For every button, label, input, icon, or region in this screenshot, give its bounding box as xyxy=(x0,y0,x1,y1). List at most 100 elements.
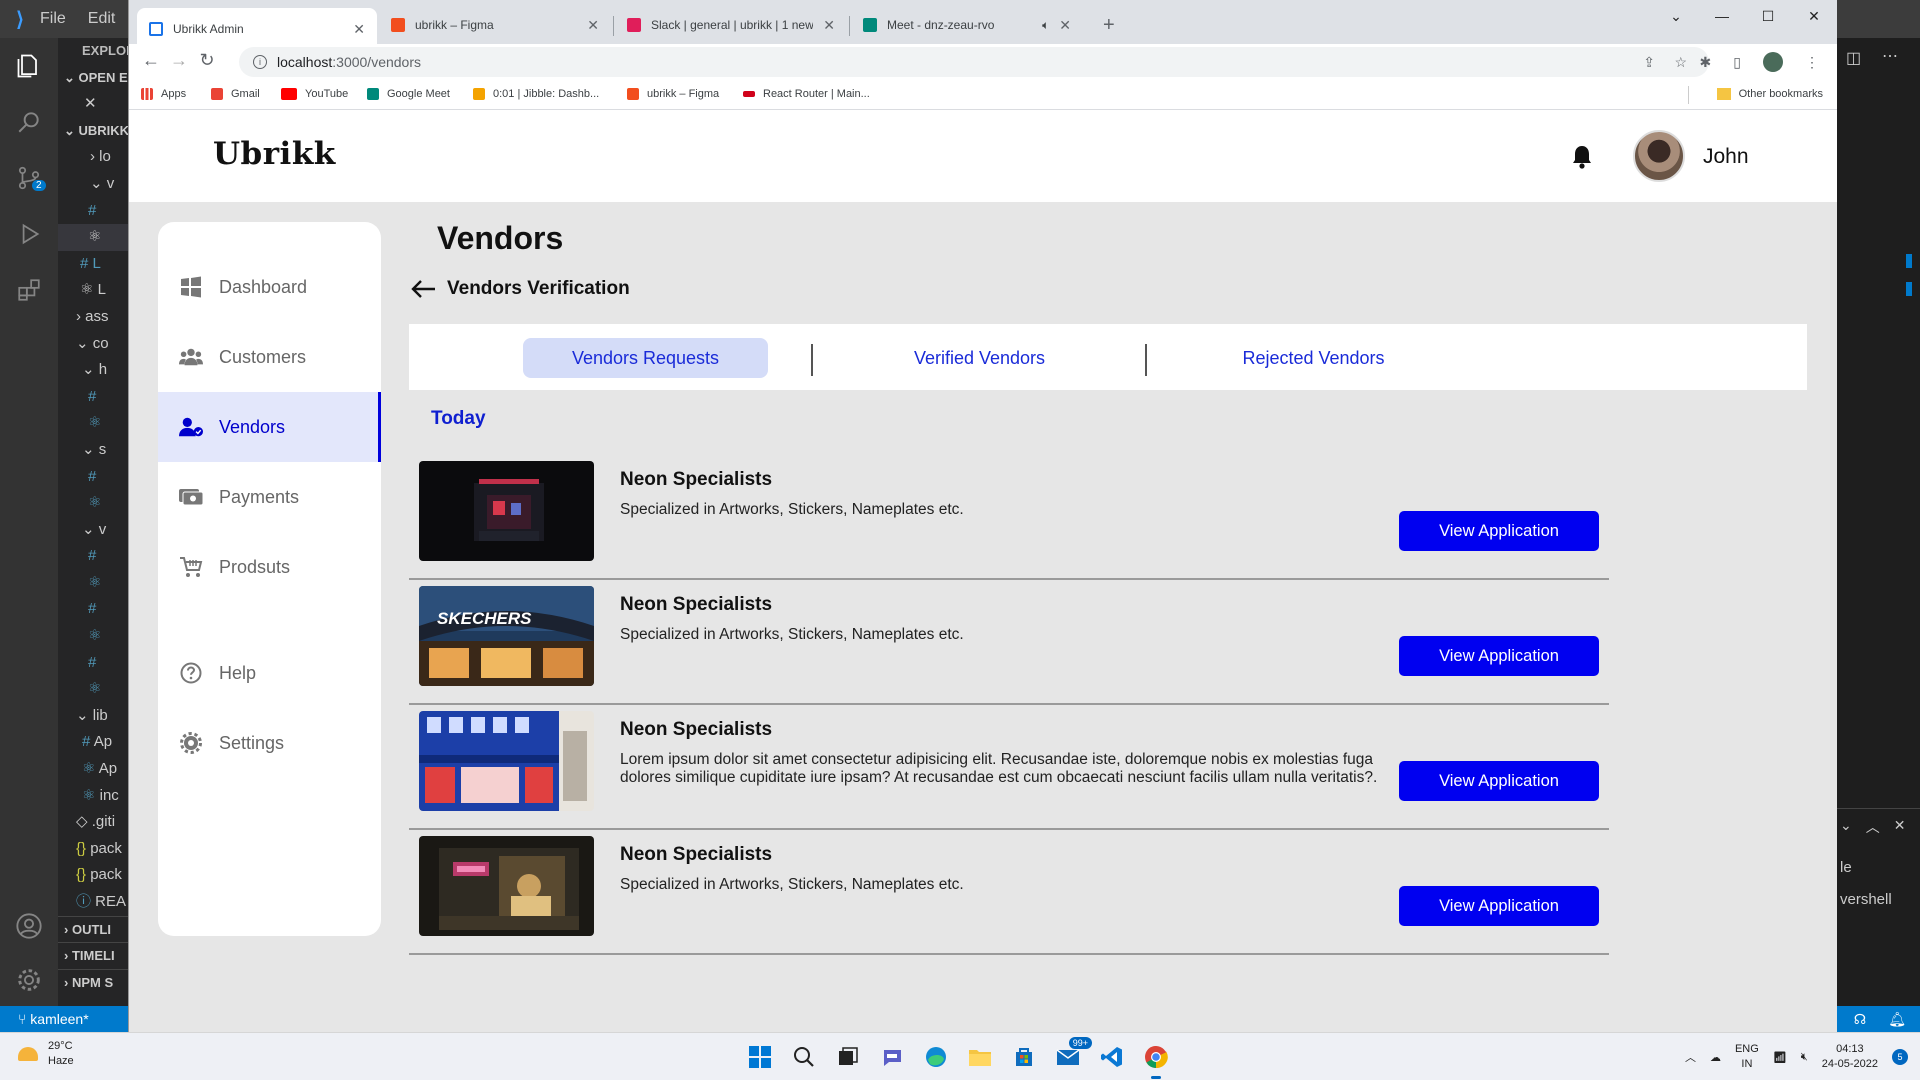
language-indicator[interactable]: ENG IN xyxy=(1735,1042,1759,1072)
view-application-button[interactable]: View Application xyxy=(1399,511,1599,551)
user-avatar[interactable] xyxy=(1633,130,1685,182)
notification-count-badge[interactable]: 5 xyxy=(1892,1049,1908,1065)
more-actions-icon[interactable]: ⋯ xyxy=(1882,46,1898,66)
tree-item[interactable]: ⚛ xyxy=(58,490,128,517)
tree-item[interactable]: # xyxy=(58,650,128,677)
volume-muted-icon[interactable]: 🔇︎ xyxy=(1801,1051,1808,1064)
split-editor-icon[interactable]: ◫ xyxy=(1846,48,1861,68)
bookmark-youtube[interactable]: YouTube xyxy=(281,88,348,100)
close-tab-icon[interactable]: ✕ xyxy=(1059,17,1071,34)
feedback-icon[interactable]: ☊ xyxy=(1854,1011,1866,1028)
extensions-icon[interactable] xyxy=(0,262,58,318)
vscode-menu-edit[interactable]: Edit xyxy=(88,10,116,28)
sidebar-item-payments[interactable]: Payments xyxy=(158,462,381,532)
sidebar-item-dashboard[interactable]: Dashboard xyxy=(158,252,381,322)
bookmark-gmail[interactable]: Gmail xyxy=(211,88,260,100)
wifi-icon[interactable]: 📶︎ xyxy=(1773,1051,1787,1064)
profile-avatar[interactable] xyxy=(1763,52,1783,72)
outline-section[interactable]: › OUTLI xyxy=(58,915,128,943)
username[interactable]: John xyxy=(1703,145,1749,169)
sidebar-item-products[interactable]: Prodsuts xyxy=(158,532,381,602)
maximize-panel-icon[interactable]: ︿ xyxy=(1866,817,1880,837)
task-view-icon[interactable] xyxy=(832,1041,864,1073)
sidebar-item-settings[interactable]: Settings xyxy=(158,708,381,778)
timeline-section[interactable]: › TIMELI xyxy=(58,942,128,969)
bookmark-apps[interactable]: Apps xyxy=(141,88,186,100)
manage-gear-icon[interactable] xyxy=(0,952,58,1008)
tree-item[interactable]: ⌄ v xyxy=(58,517,128,544)
bookmark-figma[interactable]: ubrikk – Figma xyxy=(627,88,719,100)
npm-scripts-section[interactable]: › NPM S xyxy=(58,968,128,996)
open-editor-close-icon[interactable]: ✕ xyxy=(58,91,128,118)
weather-widget[interactable]: 29°C Haze xyxy=(18,1039,74,1069)
tree-item-selected[interactable]: ⚛ xyxy=(58,224,128,251)
maximize-icon[interactable]: ☐ xyxy=(1745,0,1791,32)
chrome-menu-icon[interactable]: ⋮ xyxy=(1805,54,1819,71)
tree-item[interactable]: ⌄ h xyxy=(58,357,128,384)
tree-item[interactable]: ⌄ v xyxy=(58,171,128,198)
tree-item[interactable]: ⚛ xyxy=(58,623,128,650)
teams-chat-icon[interactable] xyxy=(876,1041,908,1073)
search-icon[interactable] xyxy=(0,94,58,150)
tree-item[interactable]: ⚛ L xyxy=(58,277,128,304)
side-panel-icon[interactable]: ▯ xyxy=(1733,54,1741,71)
back-icon[interactable]: ← xyxy=(139,50,163,71)
bookmark-google-meet[interactable]: Google Meet xyxy=(367,88,450,100)
system-clock[interactable]: 04:13 24-05-2022 xyxy=(1822,1042,1878,1072)
extensions-puzzle-icon[interactable]: ✱ xyxy=(1700,54,1712,71)
close-tab-icon[interactable]: ✕ xyxy=(823,17,835,34)
vscode-menu-file[interactable]: File xyxy=(40,10,66,28)
tree-item[interactable]: # xyxy=(58,384,128,411)
onedrive-icon[interactable]: ☁︎ xyxy=(1710,1051,1721,1064)
new-tab-button[interactable]: + xyxy=(1103,14,1115,37)
tree-item[interactable]: # xyxy=(58,543,128,570)
sidebar-item-help[interactable]: Help xyxy=(158,638,381,708)
minimize-icon[interactable]: — xyxy=(1699,0,1745,32)
view-application-button[interactable]: View Application xyxy=(1399,761,1599,801)
view-application-button[interactable]: View Application xyxy=(1399,886,1599,926)
mute-tab-icon[interactable]: 🔈︎ xyxy=(1042,18,1049,33)
address-bar[interactable]: i localhost:3000/vendors ⇪ ☆ xyxy=(239,47,1709,77)
edge-browser-icon[interactable] xyxy=(920,1041,952,1073)
tab-vendors-requests[interactable]: Vendors Requests xyxy=(523,338,768,378)
tab-rejected-vendors[interactable]: Rejected Vendors xyxy=(1191,338,1436,378)
notification-bell-icon[interactable] xyxy=(1570,144,1594,170)
tree-item[interactable]: {} pack xyxy=(58,862,128,889)
tree-item[interactable]: {} pack xyxy=(58,836,128,863)
tree-item[interactable]: ◇ .giti xyxy=(58,809,128,836)
browser-tab-meet[interactable]: Meet - dnz-zeau-rvo 🔈︎ ✕ xyxy=(851,8,1083,42)
taskbar-search-icon[interactable] xyxy=(788,1041,820,1073)
tree-item[interactable]: ⓘ REA xyxy=(58,889,128,916)
tree-item[interactable]: › ass xyxy=(58,304,128,331)
tree-item[interactable]: # xyxy=(58,198,128,225)
mail-icon[interactable]: 99+ xyxy=(1052,1037,1092,1073)
tab-search-icon[interactable]: ⌄ xyxy=(1653,0,1699,32)
tree-item[interactable]: ⚛ xyxy=(58,676,128,703)
run-debug-icon[interactable] xyxy=(0,206,58,262)
windows-start-icon[interactable] xyxy=(744,1041,776,1073)
close-tab-icon[interactable]: ✕ xyxy=(353,21,365,38)
close-panel-icon[interactable]: ✕ xyxy=(1894,817,1906,837)
bookmark-star-icon[interactable]: ☆ xyxy=(1674,54,1687,71)
tree-item[interactable]: ⚛ xyxy=(58,570,128,597)
notifications-bell-icon[interactable]: 🔔︎ xyxy=(1888,1011,1906,1028)
open-editors-section[interactable]: ⌄ OPEN E xyxy=(58,65,128,92)
sidebar-item-customers[interactable]: Customers xyxy=(158,322,381,392)
sidebar-item-vendors[interactable]: Vendors xyxy=(158,392,381,462)
browser-tab-slack[interactable]: Slack | general | ubrikk | 1 new ite ✕ xyxy=(615,8,847,42)
tree-item[interactable]: ⌄ lib xyxy=(58,703,128,730)
site-info-icon[interactable]: i xyxy=(253,55,267,69)
tree-item[interactable]: ⚛ Ap xyxy=(58,756,128,783)
bookmark-other[interactable]: Other bookmarks xyxy=(1716,88,1823,100)
branch-indicator[interactable]: ⑂ kamleen* xyxy=(0,1011,89,1027)
browser-tab-figma[interactable]: ubrikk – Figma ✕ xyxy=(379,8,611,42)
tree-item[interactable]: ⌄ s xyxy=(58,437,128,464)
bookmark-react-router[interactable]: React Router | Main... xyxy=(743,88,870,100)
tree-item[interactable]: ⌄ co xyxy=(58,331,128,358)
vscode-taskbar-icon[interactable] xyxy=(1096,1041,1128,1073)
view-application-button[interactable]: View Application xyxy=(1399,636,1599,676)
source-control-icon[interactable]: 2 xyxy=(0,150,58,206)
chrome-taskbar-icon[interactable] xyxy=(1140,1041,1172,1079)
show-hidden-icons-icon[interactable]: ︿ xyxy=(1685,1049,1696,1065)
tree-item[interactable]: › lo xyxy=(58,144,128,171)
